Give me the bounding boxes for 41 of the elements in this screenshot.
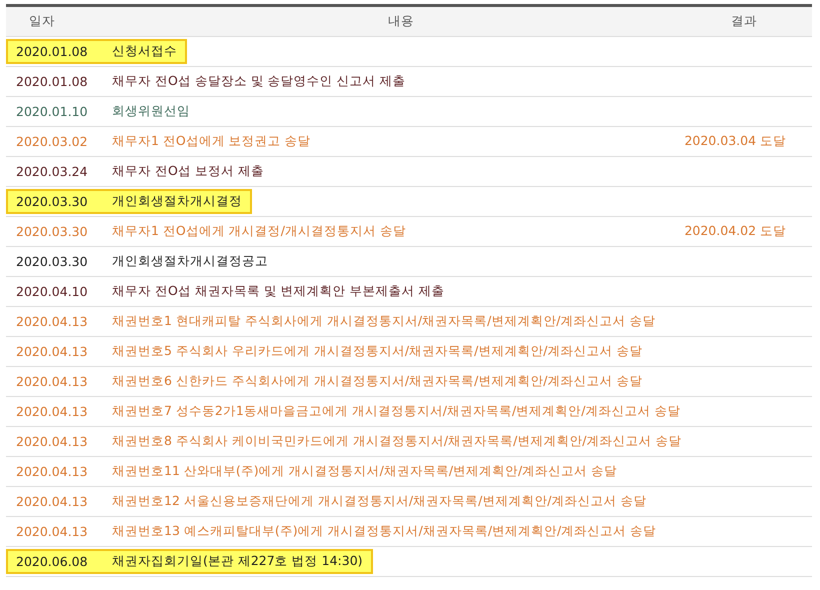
column-header: 일자: [28, 13, 56, 30]
content-cell: 채권번호13 예스캐피탈대부(주)에게 개시결정통지서/채권자목록/변제계획안/계좌신고서 송달: [112, 523, 656, 540]
content-cell: 채무자1 전O섭에게 개시결정/개시결정통지서 송달: [112, 223, 406, 240]
date-cell-text: 2020.04.13: [15, 434, 89, 449]
date-cell-text: 2020.03.30: [15, 224, 89, 239]
date-cell-text: 2020.03.30: [15, 254, 89, 269]
content-cell: 채무자 전O섭 채권자목록 및 변제계획안 부본제출서 제출: [112, 283, 445, 300]
content-cell: 개인회생절차개시결정: [112, 193, 242, 210]
result-cell: 2020.04.02 도달: [684, 223, 786, 240]
date-cell-text: 2020.03.30: [15, 194, 89, 209]
content-cell: 채권번호5 주식회사 우리카드에게 개시결정통지서/채권자목록/변제계획안/계좌신고서 송달: [112, 343, 642, 360]
date-cell-text: 2020.04.13: [15, 494, 89, 509]
content-cell: 개인회생절차개시결정공고: [112, 253, 268, 270]
date-cell-text: 2020.04.13: [15, 464, 89, 479]
date-cell-text: 2020.01.08: [15, 44, 89, 59]
date-cell-text: 2020.03.02: [15, 134, 89, 149]
content-cell: 채권번호7 성수동2가1동새마을금고에게 개시결정통지서/채권자목록/변제계획안/계좌신고서 송달: [112, 403, 680, 420]
content-cell: 채권번호11 산와대부(주)에게 개시결정통지서/채권자목록/변제계획안/계좌신고서 송달: [112, 463, 618, 480]
date-cell-text: 2020.01.08: [15, 74, 89, 89]
content-cell: 채권자집회기일(본관 제227호 법정 14:30): [112, 553, 363, 570]
column-header: 결과: [730, 13, 758, 30]
date-cell-text: 2020.01.10: [15, 104, 89, 119]
date-cell-text: 2020.04.13: [15, 344, 89, 359]
content-cell: 회생위원선임: [112, 103, 190, 120]
content-cell: 신청서접수: [112, 43, 177, 60]
content-cell: 채권번호1 현대캐피탈 주식회사에게 개시결정통지서/채권자목록/변제계획안/계좌신고서 송달: [112, 313, 656, 330]
date-cell-text: 2020.03.24: [15, 164, 89, 179]
date-cell-text: 2020.04.10: [15, 284, 89, 299]
date-cell-text: 2020.04.13: [15, 404, 89, 419]
content-cell: 채권번호12 서울신용보증재단에게 개시결정통지서/채권자목록/변제계획안/계좌신고서 송달: [112, 493, 646, 510]
content-cell: 채무자 전O섭 보정서 제출: [112, 163, 264, 180]
content-cell: 채무자1 전O섭에게 보정권고 송달: [112, 133, 311, 150]
content-cell: 채권번호6 신한카드 주식회사에게 개시결정통지서/채권자목록/변제계획안/계좌신고서 송달: [112, 373, 642, 390]
date-cell-text: 2020.04.13: [15, 314, 89, 329]
date-cell-text: 2020.04.13: [15, 524, 89, 539]
column-header: 내용: [387, 13, 415, 30]
result-cell: 2020.03.04 도달: [684, 133, 786, 150]
content-cell: 채무자 전O섭 송달장소 및 송달영수인 신고서 제출: [112, 73, 406, 90]
date-cell-text: 2020.04.13: [15, 374, 89, 389]
content-cell: 채권번호8 주식회사 케이비국민카드에게 개시결정통지서/채권자목록/변제계획안/계좌신고서 송달: [112, 433, 682, 450]
date-cell-text: 2020.06.08: [15, 554, 89, 569]
